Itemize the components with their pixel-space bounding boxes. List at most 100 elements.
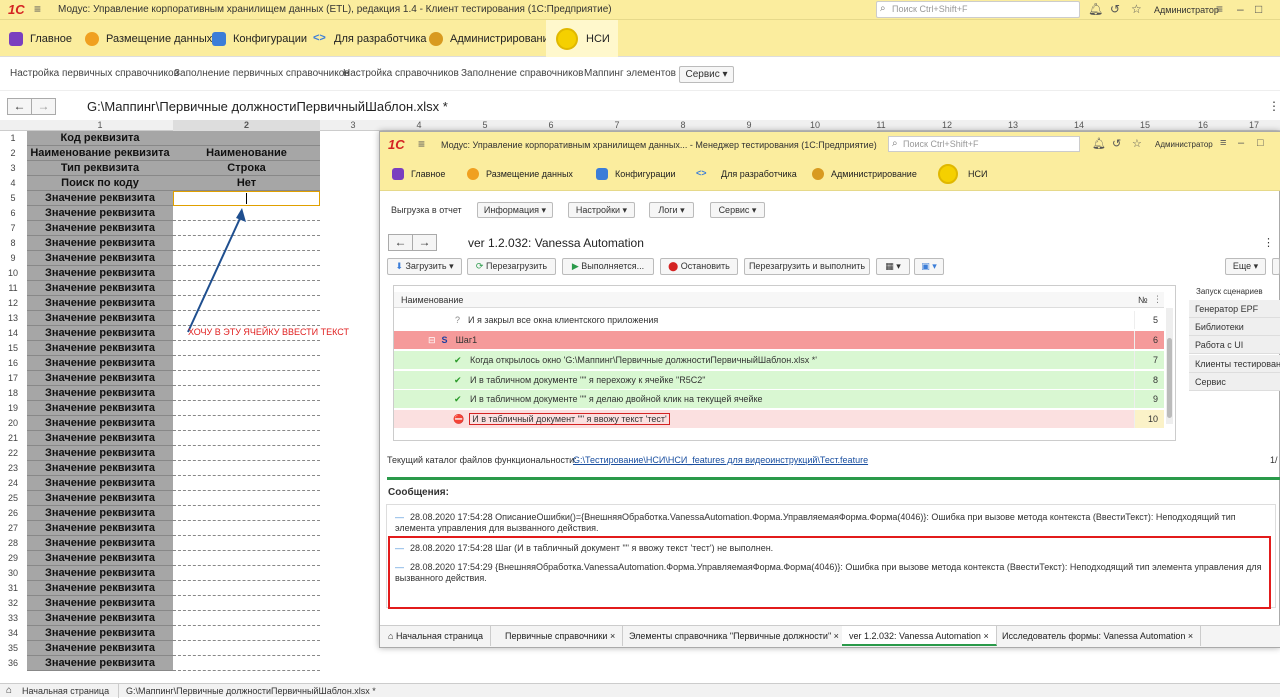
section-main[interactable]: Главное xyxy=(9,20,72,57)
cell-b[interactable] xyxy=(173,476,320,491)
cell-a[interactable]: Значение реквизита xyxy=(27,491,173,506)
more-icon[interactable]: ⋮ xyxy=(1268,99,1280,113)
cell-b[interactable] xyxy=(173,566,320,581)
row-number[interactable]: 31 xyxy=(0,581,26,596)
right-tab-epf[interactable]: Генератор EPF xyxy=(1189,300,1280,318)
cell-a[interactable]: Наименование реквизита xyxy=(27,146,173,161)
row-number[interactable]: 24 xyxy=(0,476,26,491)
star-icon[interactable]: ☆ xyxy=(1132,137,1142,150)
cell-b[interactable] xyxy=(173,386,320,401)
back-button[interactable]: ← xyxy=(7,98,32,115)
cell-b[interactable]: Строка xyxy=(173,161,320,176)
section-data-placement[interactable]: Размещение данных xyxy=(85,20,212,57)
row-number[interactable]: 7 xyxy=(0,221,26,236)
cell-b[interactable] xyxy=(173,521,320,536)
inner-search[interactable]: ⌕ Поиск Ctrl+Shift+F xyxy=(888,136,1080,152)
row-number[interactable]: 2 xyxy=(0,146,26,161)
cell-b[interactable] xyxy=(173,626,320,641)
row-number[interactable]: 3 xyxy=(0,161,26,176)
subnav-link[interactable]: Заполнение первичных справочников xyxy=(174,57,350,91)
subnav-link[interactable]: Настройка первичных справочников xyxy=(10,57,179,91)
bell-icon[interactable]: 🔔︎ xyxy=(1092,137,1106,150)
more-button[interactable]: Еще ▾ xyxy=(1225,258,1266,275)
cell-a[interactable]: Значение реквизита xyxy=(27,341,173,356)
cell-a[interactable]: Значение реквизита xyxy=(27,596,173,611)
row-number[interactable]: 23 xyxy=(0,461,26,476)
row-number[interactable]: 17 xyxy=(0,371,26,386)
column-label[interactable]: 5 xyxy=(452,120,518,131)
user-name[interactable]: Администратор xyxy=(1155,140,1213,149)
cell-b[interactable] xyxy=(173,431,320,446)
cell-a[interactable]: Значение реквизита xyxy=(27,551,173,566)
menu-icon[interactable]: ≡ xyxy=(418,137,425,151)
section-admin[interactable]: Администрирование xyxy=(812,157,917,191)
column-label[interactable]: 15 xyxy=(1112,120,1178,131)
row-number[interactable]: 6 xyxy=(0,206,26,221)
cell-b[interactable] xyxy=(173,551,320,566)
section-nsi[interactable]: НСИ xyxy=(938,157,987,191)
menu-icon[interactable]: ≡ xyxy=(34,2,41,16)
row-number[interactable]: 14 xyxy=(0,326,26,341)
right-tab-clients[interactable]: Клиенты тестирования xyxy=(1189,355,1280,373)
cell-b[interactable] xyxy=(173,446,320,461)
row-number[interactable]: 1 xyxy=(0,131,26,146)
cell-a[interactable]: Значение реквизита xyxy=(27,326,173,341)
message-item[interactable]: —28.08.2020 17:54:28 ОписаниеОшибки()={В… xyxy=(395,512,1265,534)
cell-a[interactable]: Значение реквизита xyxy=(27,206,173,221)
cell-a[interactable]: Значение реквизита xyxy=(27,266,173,281)
row-number[interactable]: 22 xyxy=(0,446,26,461)
info-button[interactable]: Информация ▾ xyxy=(477,202,553,218)
cell-a[interactable]: Поиск по коду xyxy=(27,176,173,191)
settings-icon[interactable]: ≡ xyxy=(1216,2,1223,16)
extra-button[interactable] xyxy=(1272,258,1280,275)
column-label[interactable]: 10 xyxy=(782,120,848,131)
cell-b[interactable]: Наименование xyxy=(173,146,320,161)
close-icon[interactable]: × xyxy=(983,631,988,641)
back-button[interactable]: ← xyxy=(388,234,413,251)
tab-primary-refs[interactable]: Первичные справочники × xyxy=(498,626,624,646)
row-number[interactable]: 25 xyxy=(0,491,26,506)
tree-row[interactable]: ✔ И в табличном документе "" я делаю двой… xyxy=(394,390,1134,408)
cell-a[interactable]: Значение реквизита xyxy=(27,461,173,476)
row-number[interactable]: 36 xyxy=(0,656,26,671)
export-link[interactable]: Выгрузка в отчет xyxy=(391,205,462,215)
maximize-icon[interactable]: □ xyxy=(1255,2,1262,16)
column-label[interactable]: 4 xyxy=(386,120,452,131)
service-button[interactable]: Сервис ▾ xyxy=(679,66,734,83)
right-tab-run[interactable]: Запуск сценариев xyxy=(1189,285,1280,298)
forward-button[interactable]: → xyxy=(31,98,56,115)
row-number[interactable]: 30 xyxy=(0,566,26,581)
reload-run-button[interactable]: Перезагрузить и выполнить xyxy=(744,258,870,275)
tree-row[interactable]: ✔ И в табличном документе "" я перехожу к… xyxy=(394,371,1134,389)
cell-a[interactable]: Значение реквизита xyxy=(27,611,173,626)
cell-b[interactable]: Нет xyxy=(173,176,320,191)
tab-form-explorer[interactable]: Исследователь формы: Vanessa Automation … xyxy=(995,626,1202,646)
user-name[interactable]: Администратор xyxy=(1154,5,1219,15)
cell-b[interactable] xyxy=(173,536,320,551)
cell-b[interactable] xyxy=(173,401,320,416)
section-configurations[interactable]: Конфигурации xyxy=(212,20,307,57)
row-number[interactable]: 34 xyxy=(0,626,26,641)
section-configurations[interactable]: Конфигурации xyxy=(596,157,676,191)
row-number[interactable]: 15 xyxy=(0,341,26,356)
column-label[interactable]: 12 xyxy=(914,120,980,131)
cell-a[interactable]: Значение реквизита xyxy=(27,506,173,521)
cell-b[interactable] xyxy=(173,416,320,431)
cell-b[interactable] xyxy=(173,461,320,476)
logs-button[interactable]: Логи ▾ xyxy=(649,202,694,218)
subnav-link[interactable]: Маппинг элементов xyxy=(584,57,676,91)
minimize-icon[interactable]: – xyxy=(1238,137,1244,149)
message-item[interactable]: —28.08.2020 17:54:29 {ВнешняяОбработка.V… xyxy=(395,562,1265,584)
cell-b[interactable] xyxy=(173,581,320,596)
cell-a[interactable]: Значение реквизита xyxy=(27,236,173,251)
column-label[interactable]: 7 xyxy=(584,120,650,131)
cell-a[interactable]: Значение реквизита xyxy=(27,371,173,386)
service-button[interactable]: Сервис ▾ xyxy=(710,202,765,218)
cell-a[interactable]: Значение реквизита xyxy=(27,416,173,431)
star-icon[interactable]: ☆ xyxy=(1131,2,1142,16)
cell-a[interactable]: Значение реквизита xyxy=(27,221,173,236)
row-number[interactable]: 18 xyxy=(0,386,26,401)
tree-settings-icon[interactable]: ⋮ xyxy=(1153,294,1162,305)
row-number[interactable]: 12 xyxy=(0,296,26,311)
cell-b[interactable] xyxy=(173,371,320,386)
